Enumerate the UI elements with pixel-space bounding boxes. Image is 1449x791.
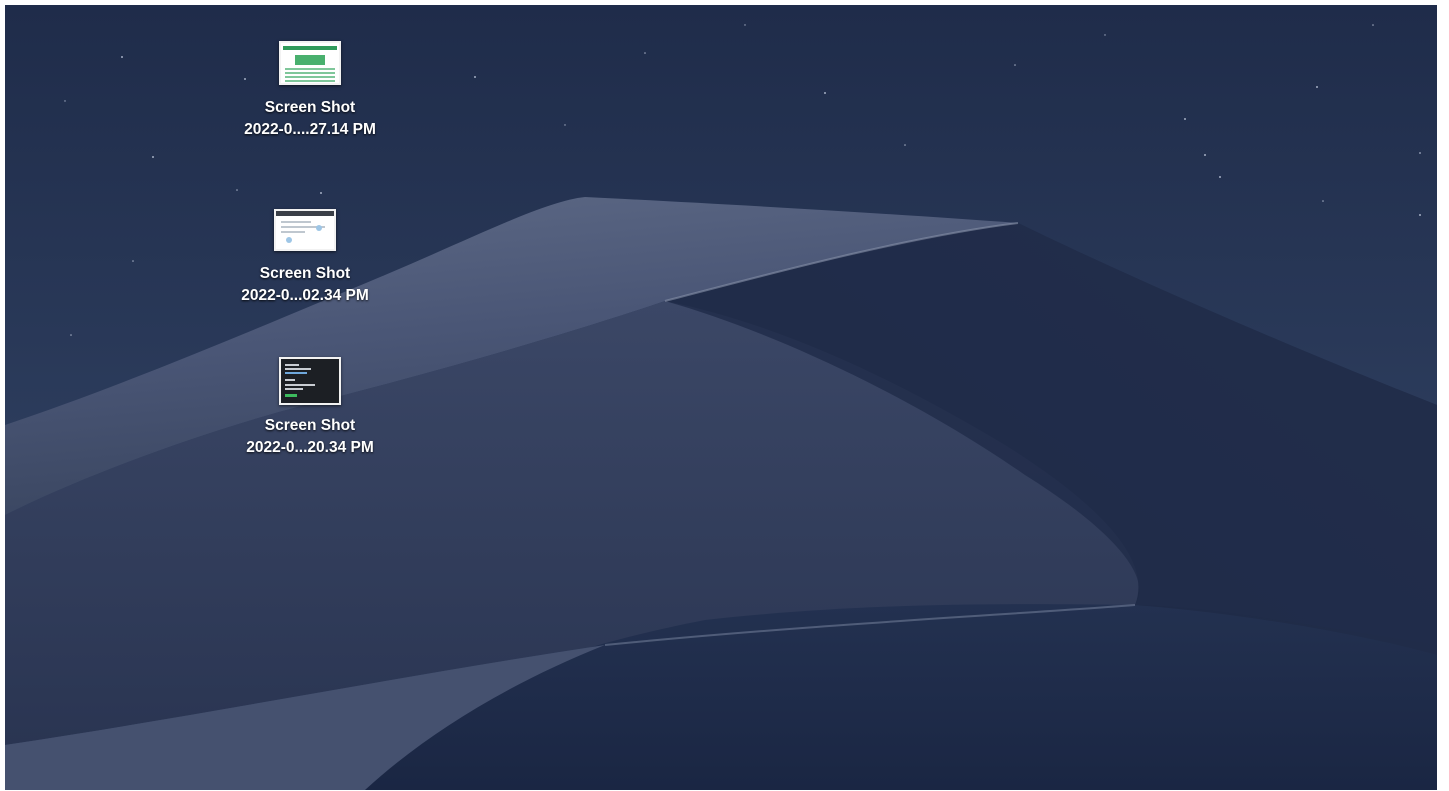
desktop-file-screenshot-1[interactable]: Screen Shot 2022-0....27.14 PM: [210, 41, 410, 141]
file-name-label: Screen Shot 2022-0....27.14 PM: [244, 99, 376, 138]
image-thumbnail-icon: [274, 209, 336, 251]
image-thumbnail-icon: [279, 357, 341, 405]
image-thumbnail-icon: [279, 41, 341, 85]
desktop[interactable]: Screen Shot 2022-0....27.14 PM Screen Sh…: [5, 5, 1437, 790]
file-name-label: Screen Shot 2022-0...20.34 PM: [246, 417, 374, 456]
desktop-file-screenshot-3[interactable]: Screen Shot 2022-0...20.34 PM: [210, 357, 410, 459]
file-name-label: Screen Shot 2022-0...02.34 PM: [241, 265, 369, 304]
desktop-file-screenshot-2[interactable]: Screen Shot 2022-0...02.34 PM: [205, 209, 405, 307]
